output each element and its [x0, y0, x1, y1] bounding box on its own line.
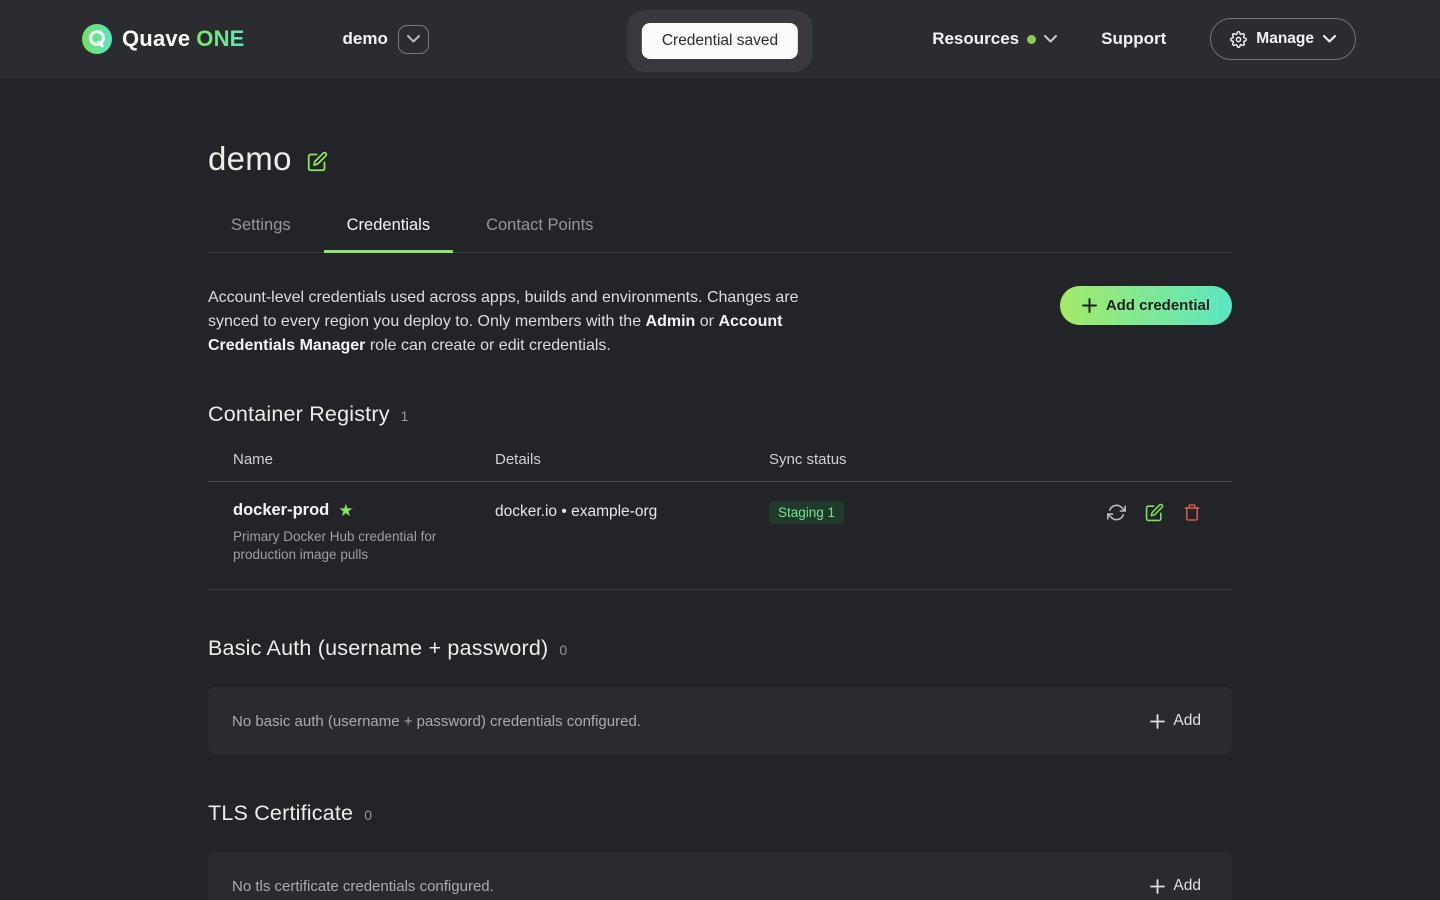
brand-name: Quave	[122, 26, 190, 52]
tab-bar: Settings Credentials Contact Points	[208, 206, 1232, 253]
section-title: Basic Auth (username + password)	[208, 636, 548, 661]
chevron-down-icon	[407, 35, 420, 43]
tls-certificate-empty-card: No tls certificate credentials configure…	[208, 852, 1232, 900]
main-content: demo Settings Credentials Contact Points…	[208, 140, 1232, 900]
trash-icon	[1183, 503, 1201, 522]
nav-resources-label: Resources	[932, 29, 1019, 49]
account-dropdown-button[interactable]	[398, 25, 429, 54]
quave-logo-icon	[82, 24, 112, 54]
section-title: Container Registry	[208, 402, 390, 427]
sync-status-badge: Staging 1	[769, 501, 844, 524]
top-navbar: Quave ONE demo Credential saved Resource…	[0, 0, 1440, 78]
section-container-registry: Container Registry 1 Name Details Sync s…	[208, 402, 1232, 590]
add-label: Add	[1173, 712, 1201, 730]
manage-button[interactable]: Manage	[1210, 18, 1356, 60]
column-header-sync-status: Sync status	[769, 451, 1102, 468]
credential-name: docker-prod	[233, 501, 329, 520]
nav-support[interactable]: Support	[1101, 29, 1166, 49]
empty-state-text: No basic auth (username + password) cred…	[232, 713, 641, 730]
section-title: TLS Certificate	[208, 801, 353, 826]
add-credential-button[interactable]: Add credential	[1060, 286, 1232, 325]
section-tls-certificate: TLS Certificate 0 No tls certificate cre…	[208, 801, 1232, 900]
column-header-name: Name	[233, 451, 495, 468]
plus-icon	[1150, 714, 1165, 729]
edit-icon	[1145, 503, 1164, 522]
edit-credential-button[interactable]	[1145, 503, 1164, 564]
tab-credentials[interactable]: Credentials	[324, 206, 453, 253]
toast-container: Credential saved	[627, 10, 813, 72]
brand-logo[interactable]: Quave ONE	[82, 24, 245, 54]
credential-details: docker.io • example-org	[495, 501, 769, 564]
refresh-icon	[1107, 503, 1126, 522]
tab-settings[interactable]: Settings	[208, 206, 314, 253]
row-actions	[1102, 501, 1232, 564]
delete-credential-button[interactable]	[1183, 503, 1201, 564]
gear-icon	[1230, 31, 1247, 48]
section-count: 0	[364, 807, 372, 823]
section-count: 1	[401, 408, 409, 424]
empty-state-text: No tls certificate credentials configure…	[232, 878, 494, 895]
table-header-row: Name Details Sync status	[208, 451, 1232, 482]
toast-message: Credential saved	[642, 23, 798, 59]
sync-button[interactable]	[1107, 503, 1126, 564]
plus-icon	[1082, 298, 1097, 313]
credentials-intro-text: Account-level credentials used across ap…	[208, 286, 853, 358]
status-dot	[1027, 35, 1036, 44]
chevron-down-icon	[1323, 35, 1336, 43]
nav-support-label: Support	[1101, 29, 1166, 49]
basic-auth-empty-card: No basic auth (username + password) cred…	[208, 687, 1232, 755]
credentials-table: Name Details Sync status docker-prod ★ P…	[208, 451, 1232, 590]
manage-label: Manage	[1256, 30, 1314, 48]
credential-description: Primary Docker Hub credential for produc…	[233, 528, 468, 564]
section-count: 0	[559, 642, 567, 658]
edit-title-icon[interactable]	[307, 151, 328, 172]
page-title: demo	[208, 140, 292, 178]
section-basic-auth: Basic Auth (username + password) 0 No ba…	[208, 636, 1232, 755]
primary-star-icon: ★	[338, 502, 353, 519]
brand-suffix: ONE	[196, 26, 244, 52]
add-tls-certificate-button[interactable]: Add	[1150, 877, 1201, 895]
plus-icon	[1150, 879, 1165, 894]
tab-contact-points[interactable]: Contact Points	[463, 206, 616, 253]
add-credential-label: Add credential	[1106, 297, 1210, 314]
chevron-down-icon	[1044, 35, 1057, 43]
add-label: Add	[1173, 877, 1201, 895]
nav-resources[interactable]: Resources	[932, 29, 1057, 49]
credential-name-cell: docker-prod ★ Primary Docker Hub credent…	[233, 501, 495, 564]
table-row: docker-prod ★ Primary Docker Hub credent…	[208, 482, 1232, 590]
account-name: demo	[343, 29, 388, 49]
column-header-details: Details	[495, 451, 769, 468]
account-switcher: demo	[343, 25, 429, 54]
add-basic-auth-button[interactable]: Add	[1150, 712, 1201, 730]
